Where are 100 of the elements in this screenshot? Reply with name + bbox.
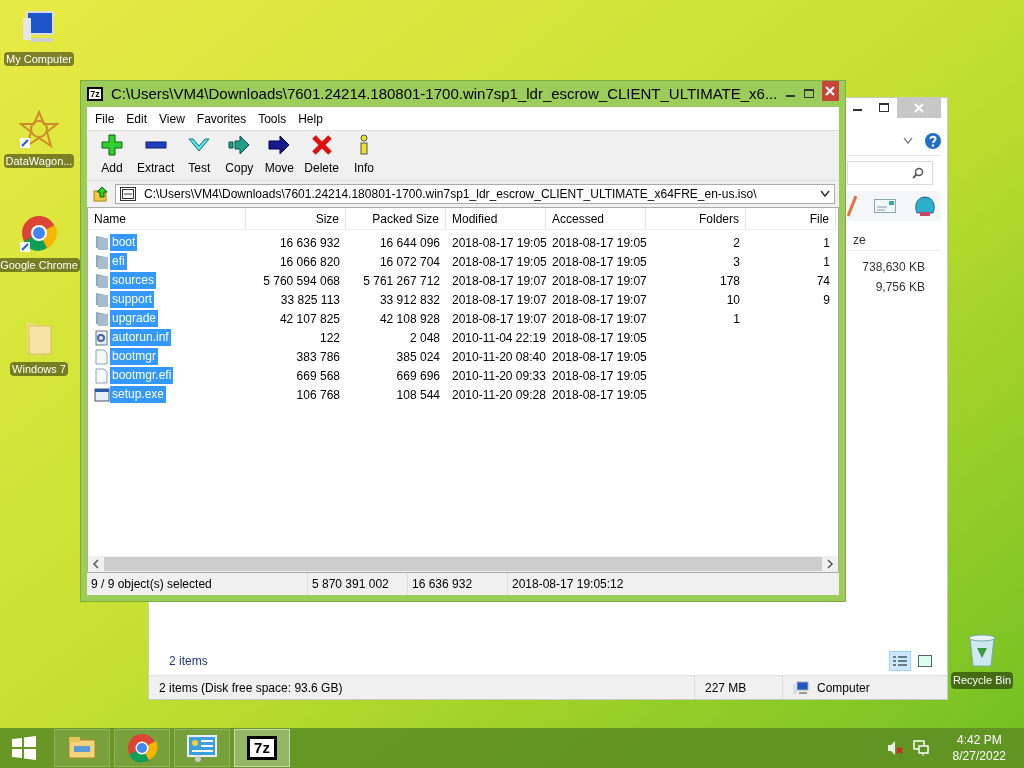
menu-item[interactable]: Edit xyxy=(120,109,154,128)
close-button[interactable] xyxy=(821,81,839,101)
chrome-icon xyxy=(19,214,59,254)
toolbar-button[interactable]: Extract xyxy=(133,132,179,179)
table-cell-text: 9 xyxy=(823,291,830,309)
table-cell-text: 122 xyxy=(319,329,340,347)
status-text: Computer xyxy=(817,679,870,697)
table-cell-text: 74 xyxy=(816,272,830,290)
folder-icon xyxy=(94,272,110,289)
chevron-down-icon xyxy=(903,136,913,145)
desktop-icon-label[interactable]: Windows 7 xyxy=(10,362,68,376)
status-text: 16 636 932 xyxy=(412,576,473,593)
column-header[interactable]: Name xyxy=(88,208,246,229)
search-field[interactable] xyxy=(847,161,933,185)
status-text: 5 870 391 002 xyxy=(312,576,389,593)
column-header[interactable]: File xyxy=(746,208,836,229)
taskbar-button[interactable]: 7z xyxy=(234,729,290,767)
table-cell-text: 1 xyxy=(823,234,830,252)
maximize-icon xyxy=(803,89,814,99)
table-cell-text: 33 825 113 xyxy=(280,291,340,309)
desktop-icon-label[interactable]: DataWagon... xyxy=(3,154,75,168)
table-cell-text: 16 066 820 xyxy=(279,253,340,271)
address-field[interactable]: C:\Users\VM4\Downloads\7601.24214.180801-1700.win7sp1_ldr_escrow_CLIENT_ULTIMATE_x64FRE_en-us.iso\ xyxy=(115,184,835,204)
table-cell-text: 2018-08-17 19:07 xyxy=(552,310,647,328)
speaker-muted-icon xyxy=(886,740,903,756)
table-cell-text: 42 107 825 xyxy=(279,310,340,328)
column-header[interactable]: Packed Size xyxy=(346,208,446,229)
menu-item[interactable]: File xyxy=(89,109,121,128)
table-cell-text: 2018-08-17 19:05 xyxy=(452,253,547,271)
menu-item[interactable]: Tools xyxy=(252,109,293,128)
windows-logo-icon xyxy=(12,736,36,760)
column-header: ze xyxy=(853,231,866,249)
table-cell-text: 2018-08-17 19:05 xyxy=(552,386,647,404)
table-cell-text: 108 544 xyxy=(396,386,440,404)
toolbar-button[interactable]: Add xyxy=(93,132,131,179)
table-cell-text: 2018-08-17 19:05 xyxy=(552,367,647,385)
close-icon xyxy=(825,86,836,96)
table-cell-text: 2018-08-17 19:07 xyxy=(452,272,547,290)
column-header[interactable]: Size xyxy=(246,208,346,229)
help-icon xyxy=(925,132,941,149)
table-cell-text: 2018-08-17 19:05 xyxy=(552,348,647,366)
maximize-icon xyxy=(879,103,889,113)
column-header[interactable]: Accessed xyxy=(546,208,646,229)
column-header[interactable]: Folders xyxy=(646,208,746,229)
card-icon xyxy=(874,199,896,213)
table-cell-text: 2010-11-20 09:33 xyxy=(452,367,546,385)
toolbar-button[interactable]: Info xyxy=(345,132,384,179)
toolbar-button[interactable]: Delete xyxy=(300,132,344,179)
details-view-button[interactable] xyxy=(889,651,911,671)
table-cell-text: 2018-08-17 19:07 xyxy=(452,310,547,328)
search-icon xyxy=(912,167,924,179)
picture-view-icon xyxy=(918,655,932,667)
table-cell-text: 669 568 xyxy=(296,367,340,385)
table-cell-text: 2018-08-17 19:05 xyxy=(552,253,647,271)
folder-icon xyxy=(94,234,110,251)
delete-icon xyxy=(310,134,333,156)
chevron-down-icon xyxy=(820,190,830,198)
menu-item[interactable]: Favorites xyxy=(190,109,253,128)
clock-time: 4:42 PM xyxy=(956,732,1002,748)
table-cell-text: 2018-08-17 19:07 xyxy=(552,291,647,309)
table-cell-text: 2010-11-04 22:19 xyxy=(452,329,546,347)
plus-icon xyxy=(101,134,123,156)
status-text: 227 MB xyxy=(705,679,747,697)
status-text: 2 items (Disk free space: 93.6 GB) xyxy=(158,679,344,697)
table-cell-text: 5 760 594 068 xyxy=(263,272,340,290)
folder-icon xyxy=(94,253,110,270)
desktop-icon-label[interactable]: My Computer xyxy=(4,52,74,66)
toolbar-button[interactable]: Move xyxy=(260,132,299,179)
column-header[interactable]: Modified xyxy=(446,208,546,229)
disc-image-icon xyxy=(120,187,136,201)
desktop-icon-label[interactable]: Google Chrome xyxy=(0,258,80,272)
table-cell-text: 2018-08-17 19:05 xyxy=(452,234,547,252)
menu-item[interactable]: Help xyxy=(292,109,329,128)
toolbar-button[interactable]: Test xyxy=(180,132,219,179)
arrow-right-icon xyxy=(228,134,251,156)
status-text: 9 / 9 object(s) selected xyxy=(91,576,212,593)
desktop-icon-label[interactable]: Recycle Bin xyxy=(950,672,1014,689)
table-cell-text: 16 636 932 xyxy=(279,234,340,252)
size-value: 738,630 KB xyxy=(862,259,925,276)
close-icon xyxy=(914,103,924,113)
toolbar-button[interactable]: Copy xyxy=(220,132,259,179)
program-icon xyxy=(94,386,110,403)
horizontal-scrollbar[interactable] xyxy=(88,556,838,572)
table-cell-text: 2010-11-20 08:40 xyxy=(452,348,546,366)
table-cell-text: 178 xyxy=(719,272,740,290)
clock-date: 8/27/2022 xyxy=(952,748,1006,764)
taskbar-button[interactable] xyxy=(114,729,170,767)
table-cell-text: 2 048 xyxy=(409,329,440,347)
table-cell-text: 669 696 xyxy=(396,367,440,385)
table-cell-text: 16 072 704 xyxy=(379,253,440,271)
taskbar-button[interactable] xyxy=(174,729,230,767)
folder-up-icon xyxy=(93,186,109,202)
details-view-icon xyxy=(893,655,907,667)
table-cell-text: 106 768 xyxy=(296,386,340,404)
table-cell-text: 5 761 267 712 xyxy=(363,272,440,290)
table-cell-text: 385 024 xyxy=(396,348,440,366)
menu-item[interactable]: View xyxy=(153,109,191,128)
table-cell-text: 10 xyxy=(726,291,740,309)
table-cell-text: 33 912 832 xyxy=(379,291,440,309)
item-count: 2 items xyxy=(169,653,208,670)
